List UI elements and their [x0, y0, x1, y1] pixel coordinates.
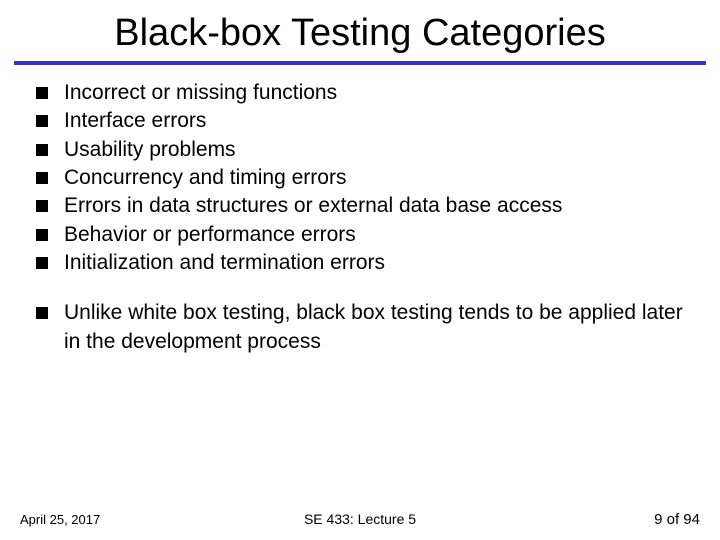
list-item: Incorrect or missing functions	[36, 79, 684, 107]
footer-date: April 25, 2017	[20, 512, 100, 527]
bullet-text: Interface errors	[64, 107, 684, 135]
square-bullet-icon	[36, 87, 48, 99]
bullet-text: Errors in data structures or external da…	[64, 192, 684, 220]
square-bullet-icon	[36, 200, 48, 212]
list-item: Behavior or performance errors	[36, 221, 684, 249]
horizontal-rule	[14, 61, 706, 65]
bullet-text: Initialization and termination errors	[64, 249, 684, 277]
list-item: Usability problems	[36, 136, 684, 164]
bullet-text: Concurrency and timing errors	[64, 164, 684, 192]
list-item: Interface errors	[36, 107, 684, 135]
footer-page-number: 9 of 94	[654, 511, 700, 528]
bullet-text: Usability problems	[64, 136, 684, 164]
bullet-list-1: Incorrect or missing functions Interface…	[36, 79, 684, 277]
page-title: Black-box Testing Categories	[0, 0, 720, 61]
bullet-text: Incorrect or missing functions	[64, 79, 684, 107]
square-bullet-icon	[36, 257, 48, 269]
bullet-text: Behavior or performance errors	[64, 221, 684, 249]
list-item: Errors in data structures or external da…	[36, 192, 684, 220]
square-bullet-icon	[36, 307, 48, 319]
footer: April 25, 2017 SE 433: Lecture 5 9 of 94	[0, 511, 720, 528]
square-bullet-icon	[36, 229, 48, 241]
slide: Black-box Testing Categories Incorrect o…	[0, 0, 720, 540]
square-bullet-icon	[36, 115, 48, 127]
bullet-text: Unlike white box testing, black box test…	[64, 299, 684, 356]
list-item: Concurrency and timing errors	[36, 164, 684, 192]
bullet-list-2: Unlike white box testing, black box test…	[36, 299, 684, 356]
content-area: Incorrect or missing functions Interface…	[0, 79, 720, 356]
list-item: Initialization and termination errors	[36, 249, 684, 277]
square-bullet-icon	[36, 144, 48, 156]
square-bullet-icon	[36, 172, 48, 184]
footer-course: SE 433: Lecture 5	[304, 511, 416, 527]
list-item: Unlike white box testing, black box test…	[36, 299, 684, 356]
